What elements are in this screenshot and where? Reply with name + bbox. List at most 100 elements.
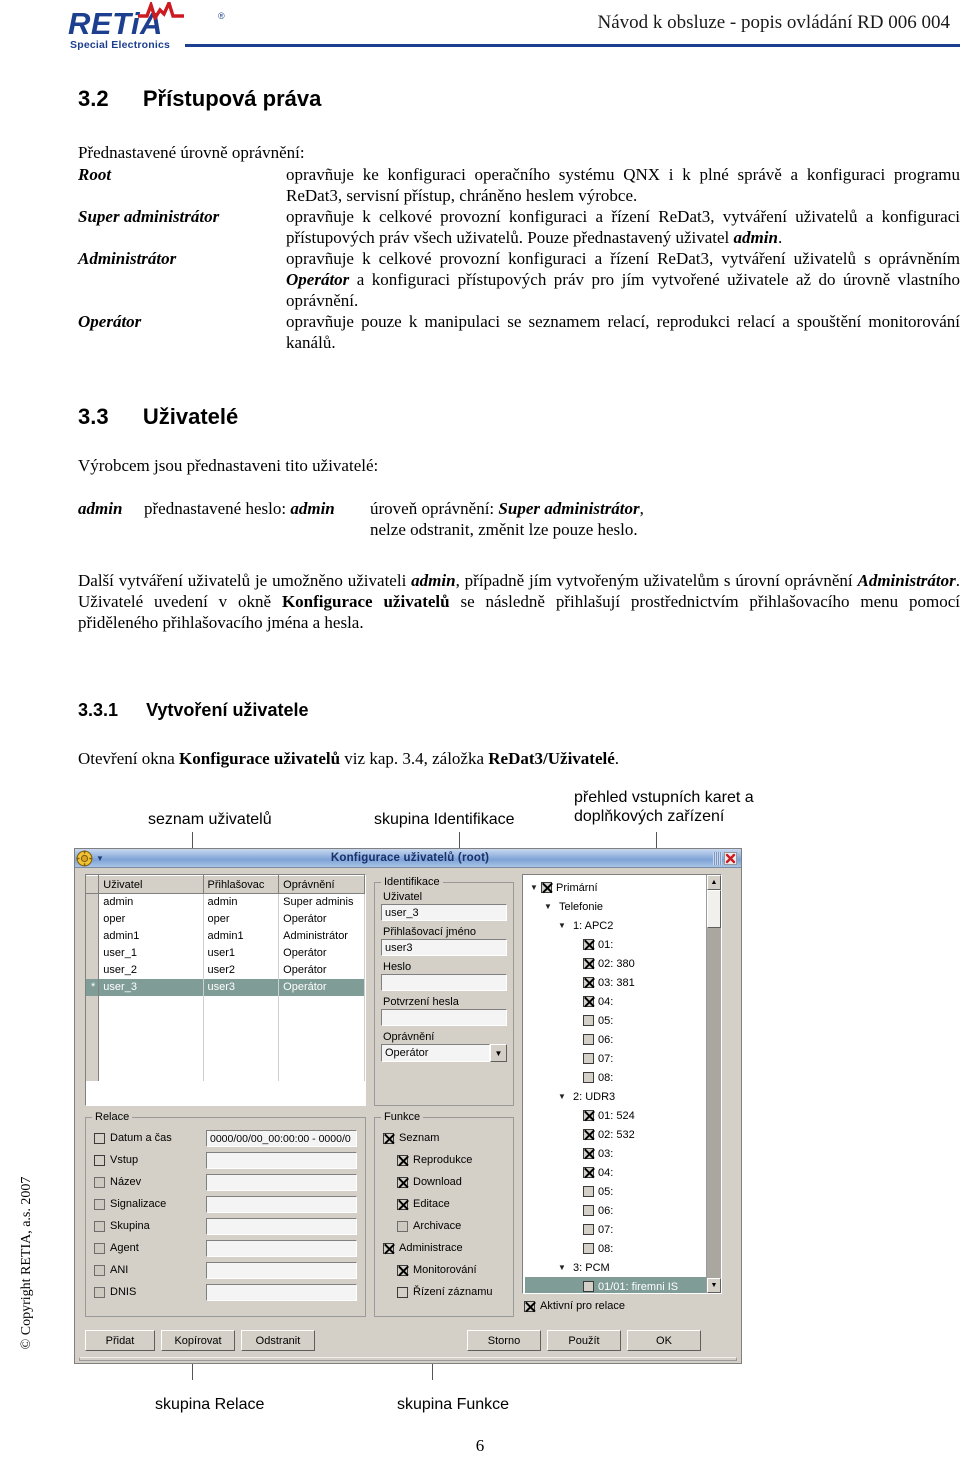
checkbox-channel[interactable] [583, 1148, 594, 1159]
window-resize-grip[interactable] [79, 1357, 737, 1361]
prihlasovaci-jmeno-input[interactable]: user3 [381, 939, 507, 956]
scrollbar-track[interactable] [707, 890, 721, 1278]
column-header-opravneni[interactable]: Oprávnění [278, 875, 365, 894]
tree-node[interactable]: 03: 381 [525, 973, 706, 992]
tree-node[interactable]: ▼ Primární [525, 878, 706, 897]
tree-node[interactable]: 04: [525, 992, 706, 1011]
input-dnis[interactable] [206, 1283, 357, 1301]
checkbox-channel[interactable] [583, 1015, 594, 1026]
close-icon[interactable] [722, 850, 739, 866]
odstranit-button[interactable]: Odstranit [241, 1330, 315, 1351]
tree-node-selected[interactable]: 01/01: firemni IS [525, 1277, 706, 1293]
chevron-down-icon[interactable]: ▼ [490, 1044, 507, 1062]
kopirovat-button[interactable]: Kopírovat [161, 1330, 235, 1351]
tree-node[interactable]: 02: 532 [525, 1125, 706, 1144]
column-header-uzivatel[interactable]: Uživatel [98, 875, 204, 894]
input-vstup[interactable] [206, 1151, 357, 1169]
storno-button[interactable]: Storno [467, 1330, 541, 1351]
window-titlebar[interactable]: ▼ Konfigurace uživatelů (root) [75, 849, 741, 868]
checkbox-channel[interactable] [583, 1281, 594, 1292]
table-row-selected[interactable]: * user_3 user3 Operátor [86, 978, 365, 996]
checkbox-editace[interactable] [397, 1198, 408, 1210]
checkbox-rizeni-zaznamu[interactable] [397, 1286, 408, 1298]
table-row-empty[interactable] [86, 1012, 365, 1030]
tree-node[interactable]: 01: 524 [525, 1106, 706, 1125]
tree-node[interactable]: ▼ 2: UDR3 [525, 1087, 706, 1106]
input-ani[interactable] [206, 1261, 357, 1279]
tree-vertical-scrollbar[interactable]: ▲ ▼ [706, 875, 721, 1293]
table-row[interactable]: oper oper Operátor [86, 910, 365, 928]
checkbox-ani[interactable] [94, 1264, 105, 1276]
checkbox-reprodukce[interactable] [397, 1154, 408, 1166]
checkbox-channel[interactable] [583, 1205, 594, 1216]
gear-icon[interactable] [76, 849, 93, 867]
twisty-down-icon[interactable]: ▼ [555, 1092, 569, 1101]
checkbox-channel[interactable] [583, 958, 594, 969]
tree-node[interactable]: ▼ Telefonie [525, 897, 706, 916]
tree-node[interactable]: 01: [525, 935, 706, 954]
column-header-prihlasovac[interactable]: Přihlašovac [203, 875, 280, 894]
input-datum-a-cas[interactable]: 0000/00/00_00:00:00 - 0000/0 [206, 1129, 357, 1147]
checkbox-channel[interactable] [583, 1053, 594, 1064]
table-row[interactable]: user_1 user1 Operátor [86, 944, 365, 962]
tree-node[interactable]: 07: [525, 1049, 706, 1068]
table-row-empty[interactable] [86, 1029, 365, 1047]
opravneni-select[interactable]: Operátor ▼ [381, 1044, 507, 1062]
chevron-down-icon[interactable]: ▼ [93, 854, 107, 863]
heslo-input[interactable] [381, 974, 507, 991]
checkbox-skupina[interactable] [94, 1220, 105, 1232]
twisty-down-icon[interactable]: ▼ [555, 1263, 569, 1272]
checkbox-channel[interactable] [583, 1167, 594, 1178]
potvrzeni-hesla-input[interactable] [381, 1009, 507, 1026]
table-row[interactable]: admin admin Super adminis [86, 893, 365, 911]
checkbox-seznam[interactable] [383, 1132, 394, 1144]
device-tree-panel[interactable]: ▼ Primární ▼ Telefonie ▼ 1: APC2 01: 02: 38… [522, 874, 722, 1294]
checkbox-agent[interactable] [94, 1242, 105, 1254]
ok-button[interactable]: OK [627, 1330, 701, 1351]
checkbox-primarni[interactable] [541, 882, 552, 893]
checkbox-channel[interactable] [583, 1186, 594, 1197]
tree-node[interactable]: 05: [525, 1011, 706, 1030]
table-row-empty[interactable] [86, 995, 365, 1013]
tree-node[interactable]: 07: [525, 1220, 706, 1239]
checkbox-datum-a-cas[interactable] [94, 1132, 105, 1144]
tree-node[interactable]: 08: [525, 1239, 706, 1258]
tree-node[interactable]: ▼ 3: PCM [525, 1258, 706, 1277]
tree-node[interactable]: ▼ 1: APC2 [525, 916, 706, 935]
checkbox-channel[interactable] [583, 1110, 594, 1121]
checkbox-nazev[interactable] [94, 1176, 105, 1188]
scroll-up-arrow-icon[interactable]: ▲ [707, 875, 721, 890]
pouzit-button[interactable]: Použít [547, 1330, 621, 1351]
table-row[interactable]: admin1 admin1 Administrátor [86, 927, 365, 945]
twisty-down-icon[interactable]: ▼ [541, 902, 555, 911]
checkbox-channel[interactable] [583, 1224, 594, 1235]
konfigurace-uzivatelu-window[interactable]: ▼ Konfigurace uživatelů (root) Uživatel … [74, 848, 742, 1364]
checkbox-monitorovani[interactable] [397, 1264, 408, 1276]
twisty-down-icon[interactable]: ▼ [527, 883, 541, 892]
tree-node[interactable]: 03: [525, 1144, 706, 1163]
checkbox-aktivni-pro-relace[interactable] [524, 1300, 535, 1312]
tree-node[interactable]: 05: [525, 1182, 706, 1201]
checkbox-channel[interactable] [583, 1072, 594, 1083]
tree-node[interactable]: 08: [525, 1068, 706, 1087]
checkbox-channel[interactable] [583, 1243, 594, 1254]
checkbox-channel[interactable] [583, 1034, 594, 1045]
checkbox-vstup[interactable] [94, 1154, 105, 1166]
input-nazev[interactable] [206, 1173, 357, 1191]
scrollbar-thumb[interactable] [707, 890, 721, 928]
table-row[interactable]: user_2 user2 Operátor [86, 961, 365, 979]
checkbox-signalizace[interactable] [94, 1198, 105, 1210]
checkbox-channel[interactable] [583, 996, 594, 1007]
checkbox-dnis[interactable] [94, 1286, 105, 1298]
twisty-down-icon[interactable]: ▼ [555, 921, 569, 930]
input-skupina[interactable] [206, 1217, 357, 1235]
pridat-button[interactable]: Přidat [85, 1330, 155, 1351]
user-list-table[interactable]: Uživatel Přihlašovac Oprávnění admin adm… [85, 874, 366, 1106]
input-agent[interactable] [206, 1239, 357, 1257]
table-row-empty[interactable] [86, 1063, 365, 1081]
checkbox-archivace[interactable] [397, 1220, 408, 1232]
tree-node[interactable]: 04: [525, 1163, 706, 1182]
tree-node[interactable]: 02: 380 [525, 954, 706, 973]
checkbox-administrace[interactable] [383, 1242, 394, 1254]
aktivni-pro-relace-row[interactable]: Aktivní pro relace [524, 1300, 625, 1312]
